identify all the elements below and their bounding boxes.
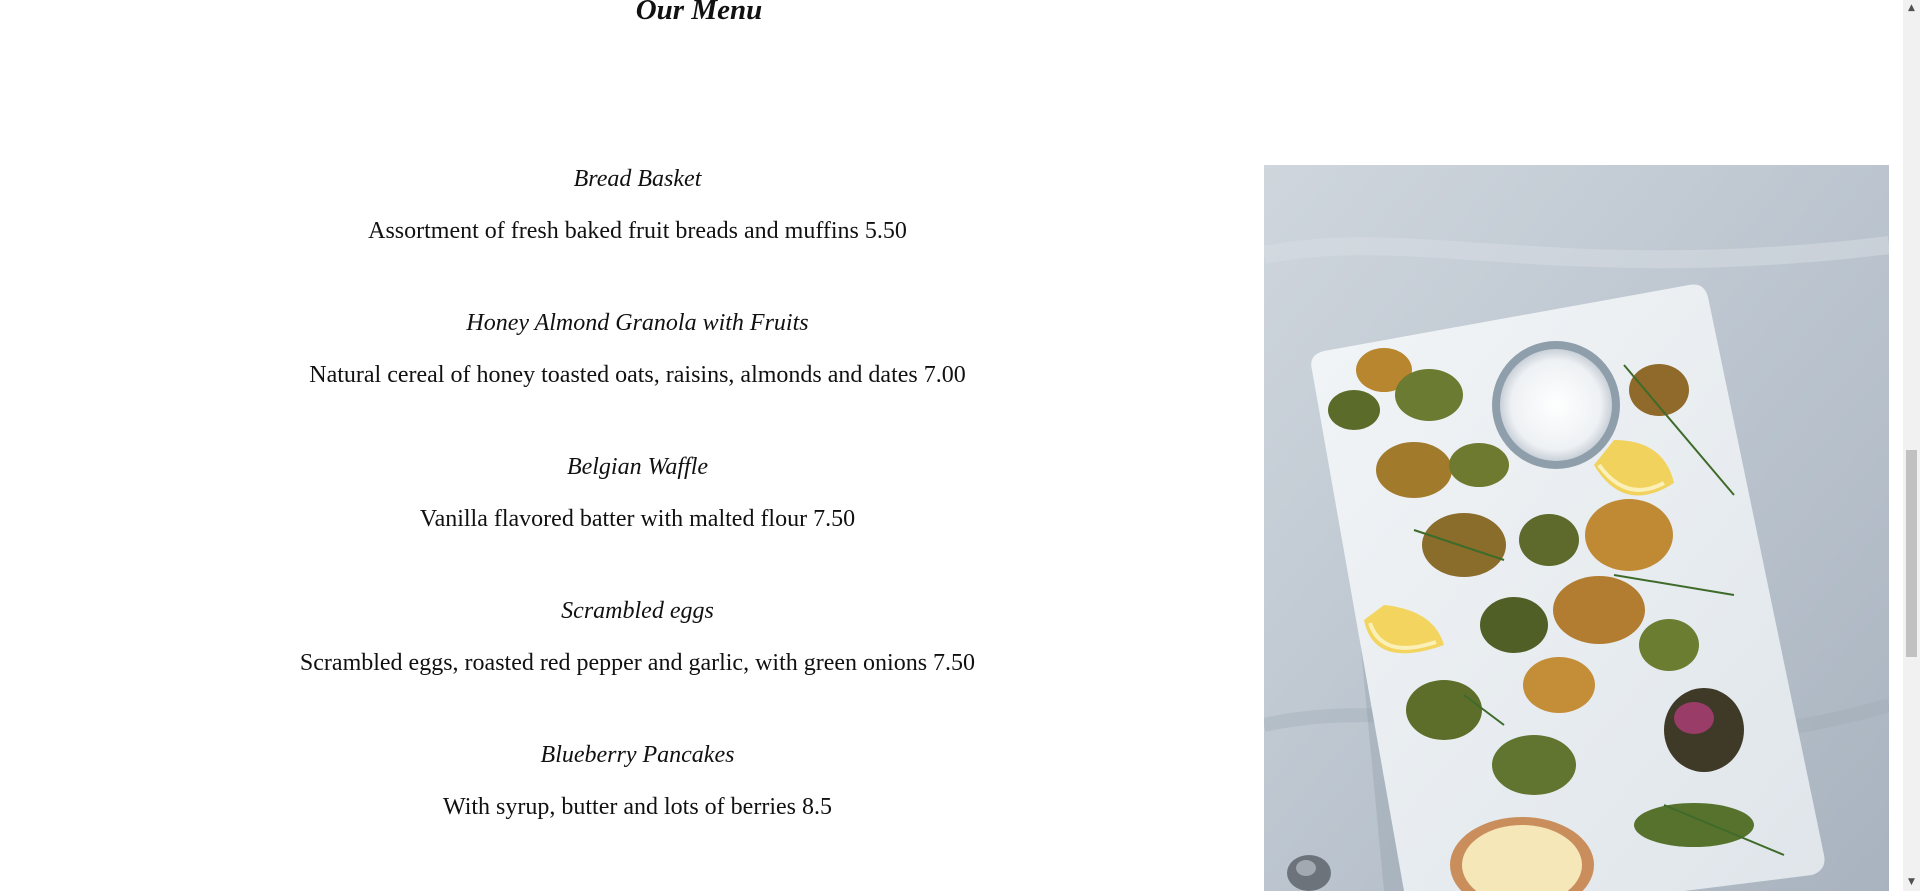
- menu-list: Bread Basket Assortment of fresh baked f…: [240, 160, 1035, 880]
- page-scrollbar[interactable]: ▲ ▼: [1903, 0, 1920, 891]
- menu-item-description: Scrambled eggs, roasted red pepper and g…: [299, 650, 976, 676]
- food-photo: [1264, 165, 1889, 891]
- menu-item-name: Bread Basket: [573, 166, 702, 192]
- page: Our Menu Bread Basket Assortment of fres…: [0, 0, 1903, 891]
- list-item: Belgian Waffle Vanilla flavored batter w…: [240, 448, 1035, 592]
- scrollbar-thumb[interactable]: [1906, 450, 1917, 657]
- list-item: Bread Basket Assortment of fresh baked f…: [240, 160, 1035, 304]
- chevron-up-icon[interactable]: ▲: [1903, 0, 1920, 17]
- page-title: Our Menu: [635, 0, 763, 26]
- menu-item-description: Assortment of fresh baked fruit breads a…: [368, 218, 907, 244]
- menu-item-description: With syrup, butter and lots of berries 8…: [443, 794, 832, 820]
- list-item: Scrambled eggs Scrambled eggs, roasted r…: [240, 592, 1035, 736]
- chevron-down-icon[interactable]: ▼: [1903, 874, 1920, 891]
- food-photo-illustration: [1264, 165, 1889, 891]
- menu-item-name: Belgian Waffle: [566, 454, 709, 480]
- menu-item-description: Vanilla flavored batter with malted flou…: [419, 506, 856, 532]
- menu-item-description: Natural cereal of honey toasted oats, ra…: [309, 362, 966, 388]
- menu-item-name: Honey Almond Granola with Fruits: [466, 310, 809, 336]
- list-item: Honey Almond Granola with Fruits Natural…: [240, 304, 1035, 448]
- menu-item-name: Scrambled eggs: [561, 598, 714, 624]
- list-item: Blueberry Pancakes With syrup, butter an…: [240, 736, 1035, 880]
- menu-item-name: Blueberry Pancakes: [540, 742, 735, 768]
